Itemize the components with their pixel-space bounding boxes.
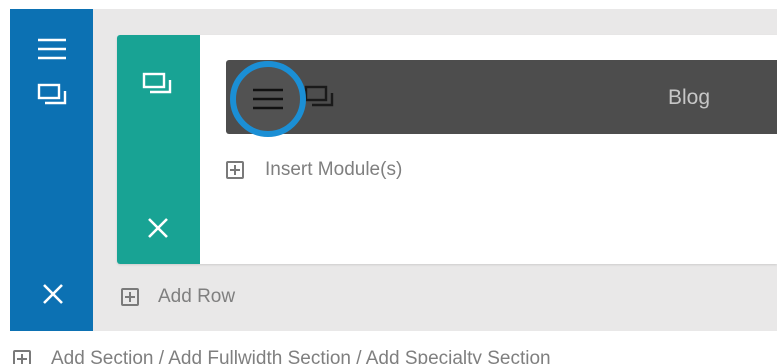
module-drag-handle[interactable]: [230, 61, 306, 137]
close-icon[interactable]: [42, 283, 64, 305]
plus-icon: [226, 161, 244, 179]
menu-icon[interactable]: [36, 37, 68, 61]
menu-icon[interactable]: [251, 87, 285, 111]
duplicate-icon[interactable]: [142, 72, 174, 96]
plus-icon: [13, 350, 31, 364]
insert-module-button[interactable]: Insert Module(s): [226, 157, 446, 185]
insert-module-label: Insert Module(s): [265, 159, 403, 180]
close-icon[interactable]: [147, 217, 169, 239]
section-settings-bar: [10, 9, 93, 331]
module-title: Blog: [668, 86, 711, 109]
add-row-label: Add Row: [158, 286, 236, 307]
add-section-label: Add Section / Add Fullwidth Section / Ad…: [51, 348, 551, 364]
add-section-links[interactable]: Add Section / Add Fullwidth Section / Ad…: [13, 348, 713, 364]
add-row-button[interactable]: Add Row: [121, 284, 261, 312]
plus-icon: [121, 288, 139, 306]
duplicate-icon[interactable]: [304, 85, 336, 109]
duplicate-icon[interactable]: [37, 83, 69, 107]
row-settings-bar: [117, 35, 200, 264]
